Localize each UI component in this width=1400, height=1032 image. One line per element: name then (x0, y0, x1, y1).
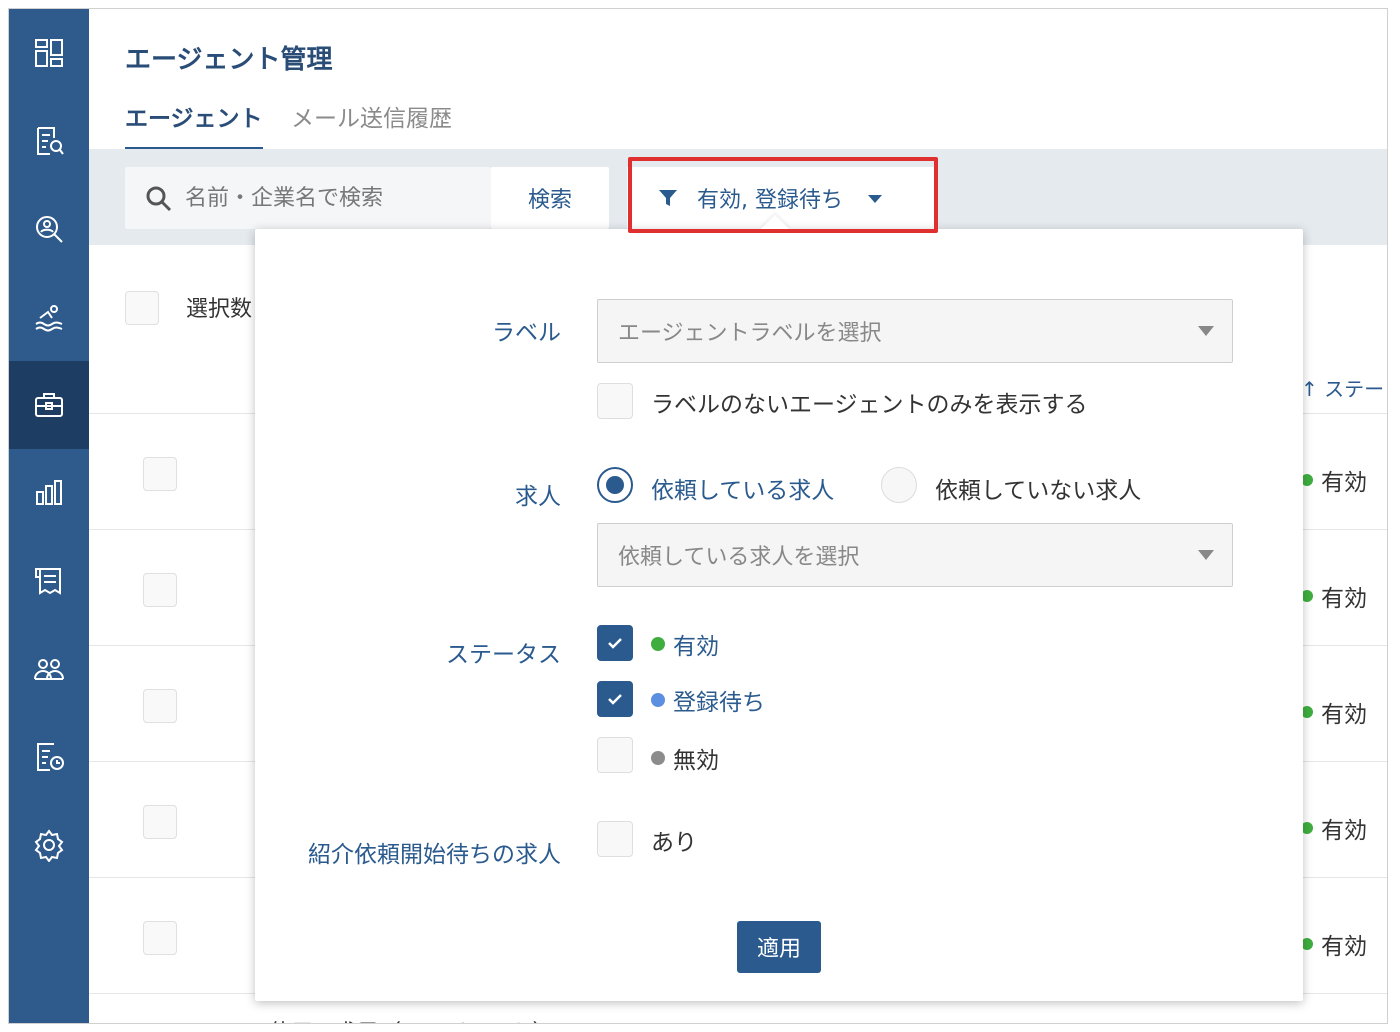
status-pending-checkbox[interactable] (597, 681, 633, 717)
dashboard-icon (35, 39, 63, 67)
label-field-label: ラベル (492, 320, 561, 346)
row-text: 使用 求目（エージェント） (269, 1015, 555, 1023)
user-search-icon (36, 216, 63, 243)
radio-requested-jobs[interactable] (597, 467, 633, 503)
radio-not-requested-jobs[interactable] (881, 467, 917, 503)
tab-mail-history[interactable]: メール送信履歴 (291, 99, 452, 147)
chevron-down-icon (1198, 326, 1214, 336)
nav-documents[interactable] (9, 97, 89, 185)
nav-pool[interactable] (9, 273, 89, 361)
pending-jobs-checkbox[interactable] (597, 821, 633, 857)
check-icon (608, 694, 622, 705)
row-status: 有効 (1301, 463, 1367, 497)
unlabeled-only-checkbox[interactable] (597, 383, 633, 419)
row-status: 有効 (1301, 927, 1367, 961)
swimmer-icon (35, 305, 63, 332)
pending-field-label: 紹介依頼開始待ちの求人 (308, 842, 561, 868)
nav-invoices[interactable] (9, 537, 89, 625)
requested-job-placeholder: 依頼している求人を選択 (618, 545, 860, 570)
filter-popover: ラベル エージェントラベルを選択 ラベルのないエージェントのみを表示する 求人 … (255, 214, 1303, 1001)
nav-analytics[interactable] (9, 449, 89, 537)
status-dot (651, 693, 665, 707)
bar-chart-icon (36, 480, 62, 505)
row-status: 有効 (1301, 695, 1367, 729)
status-dot (651, 751, 665, 765)
gear-icon (34, 829, 64, 862)
nav-settings[interactable] (9, 801, 89, 889)
radio-requested-label: 依頼している求人 (651, 478, 835, 504)
app-frame: エージェント管理 エージェント メール送信履歴 検索 有効, 登録待ち 選択数 … (8, 8, 1388, 1024)
status-pending-option: 登録待ち (651, 683, 765, 717)
nav-candidate-search[interactable] (9, 185, 89, 273)
search-input[interactable] (185, 179, 485, 217)
page-header: エージェント管理 エージェント メール送信履歴 (89, 9, 1387, 151)
select-count-label: 選択数 (186, 297, 253, 322)
agent-label-select[interactable]: エージェントラベルを選択 (597, 299, 1233, 363)
receipt-icon (35, 568, 61, 595)
status-active-checkbox[interactable] (597, 625, 633, 661)
document-search-icon (37, 127, 64, 155)
status-field-label: ステータス (446, 642, 561, 668)
search-button[interactable]: 検索 (491, 167, 609, 229)
job-field-label: 求人 (515, 484, 561, 510)
status-active-option: 有効 (651, 627, 719, 661)
row-checkbox[interactable] (143, 805, 177, 839)
radio-not-requested-label: 依頼していない求人 (935, 478, 1142, 504)
radio-dot (606, 476, 624, 494)
row-status: 有効 (1301, 579, 1367, 613)
sidebar (9, 9, 89, 1023)
chevron-down-icon (868, 195, 882, 203)
page-title: エージェント管理 (125, 45, 333, 75)
filter-button[interactable]: 有効, 登録待ち (627, 167, 937, 229)
search-box (125, 167, 491, 229)
users-icon (34, 659, 64, 680)
row-checkbox[interactable] (143, 573, 177, 607)
tab-agents[interactable]: エージェント (125, 99, 263, 151)
check-icon (608, 638, 622, 649)
row-checkbox[interactable] (143, 921, 177, 955)
report-icon (37, 743, 64, 771)
nav-dashboard[interactable] (9, 9, 89, 97)
status-inactive-checkbox[interactable] (597, 737, 633, 773)
status-inactive-option: 無効 (651, 741, 719, 775)
row-status: 有効 (1301, 811, 1367, 845)
row-checkbox[interactable] (143, 689, 177, 723)
status-column-header[interactable]: ↑ ステー (1301, 373, 1384, 402)
filter-summary: 有効, 登録待ち (697, 188, 843, 213)
nav-agents[interactable] (9, 361, 89, 449)
row-checkbox[interactable] (143, 457, 177, 491)
pending-jobs-option-label: あり (651, 830, 697, 856)
briefcase-icon (35, 393, 63, 417)
chevron-down-icon (1198, 550, 1214, 560)
apply-button[interactable]: 適用 (737, 921, 821, 973)
search-icon (146, 186, 172, 212)
select-all-checkbox[interactable] (125, 291, 159, 325)
filter-icon (659, 190, 677, 206)
nav-reports[interactable] (9, 713, 89, 801)
status-dot (651, 637, 665, 651)
nav-users[interactable] (9, 625, 89, 713)
agent-label-placeholder: エージェントラベルを選択 (618, 321, 882, 346)
unlabeled-only-label: ラベルのないエージェントのみを表示する (651, 392, 1088, 418)
requested-job-select[interactable]: 依頼している求人を選択 (597, 523, 1233, 587)
